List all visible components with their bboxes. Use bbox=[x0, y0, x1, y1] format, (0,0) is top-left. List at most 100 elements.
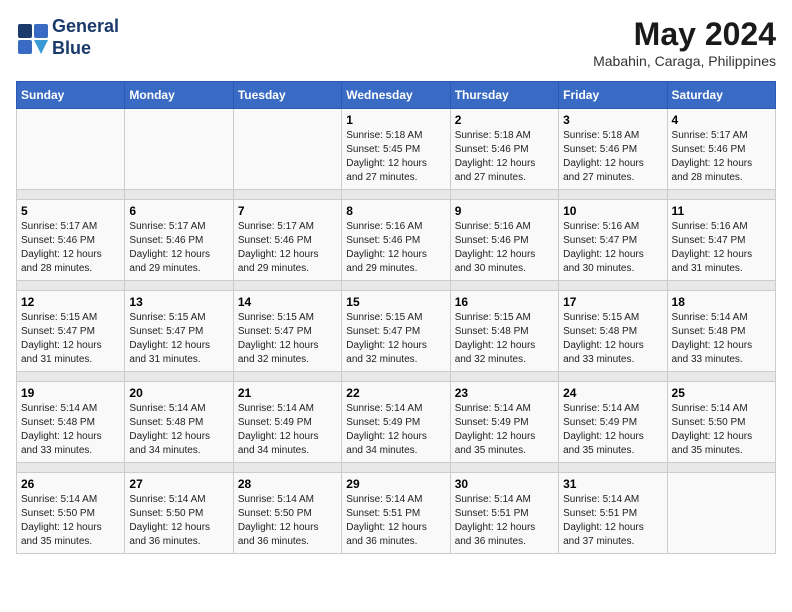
month-title: May 2024 bbox=[593, 16, 776, 53]
calendar-cell: 8Sunrise: 5:16 AM Sunset: 5:46 PM Daylig… bbox=[342, 200, 450, 281]
calendar-cell: 2 Sunrise: 5:18 AM Sunset: 5:46 PM Daylig… bbox=[450, 109, 558, 190]
calendar-cell: 10 Sunrise: 5:16 AM Sunset: 5:47 PM Dayli… bbox=[559, 200, 667, 281]
title-block: May 2024 Mabahin, Caraga, Philippines bbox=[593, 16, 776, 69]
day-number: 18 bbox=[672, 295, 771, 309]
day-number: 7 bbox=[238, 204, 337, 218]
calendar-cell bbox=[17, 109, 125, 190]
day-number: 19 bbox=[21, 386, 120, 400]
day-number: 13 bbox=[129, 295, 228, 309]
calendar-cell: 7 Sunrise: 5:17 AM Sunset: 5:46 PM Daylig… bbox=[233, 200, 341, 281]
day-number: 24 bbox=[563, 386, 662, 400]
day-info: Sunrise: 5:16 AM Sunset: 5:47 PM Dayligh… bbox=[672, 220, 771, 276]
calendar-cell: 30Sunrise: 5:14 AM Sunset: 5:51 PM Dayli… bbox=[450, 473, 558, 554]
day-info: Sunrise: 5:17 AM Sunset: 5:46 PM Dayligh… bbox=[21, 220, 120, 276]
day-number: 29 bbox=[346, 477, 445, 491]
calendar-cell: 12Sunrise: 5:15 AM Sunset: 5:47 PM Dayli… bbox=[17, 291, 125, 372]
calendar-cell: 3Sunrise: 5:18 AM Sunset: 5:46 PM Daylig… bbox=[559, 109, 667, 190]
column-header-tuesday: Tuesday bbox=[233, 82, 341, 109]
day-info: Sunrise: 5:18 AM Sunset: 5:46 PM Dayligh… bbox=[563, 129, 662, 185]
calendar-cell: 9Sunrise: 5:16 AM Sunset: 5:46 PM Daylig… bbox=[450, 200, 558, 281]
logo-icon bbox=[16, 22, 48, 54]
day-number: 15 bbox=[346, 295, 445, 309]
day-info: Sunrise: 5:16 AM Sunset: 5:47 PM Dayligh… bbox=[563, 220, 662, 276]
column-header-friday: Friday bbox=[559, 82, 667, 109]
day-info: Sunrise: 5:15 AM Sunset: 5:47 PM Dayligh… bbox=[346, 311, 445, 367]
day-info: Sunrise: 5:16 AM Sunset: 5:46 PM Dayligh… bbox=[455, 220, 554, 276]
day-info: Sunrise: 5:14 AM Sunset: 5:48 PM Dayligh… bbox=[129, 402, 228, 458]
calendar-cell: 28 Sunrise: 5:14 AM Sunset: 5:50 PM Dayli… bbox=[233, 473, 341, 554]
week-separator bbox=[17, 372, 776, 382]
day-number: 31 bbox=[563, 477, 662, 491]
calendar-cell: 21 Sunrise: 5:14 AM Sunset: 5:49 PM Dayli… bbox=[233, 382, 341, 463]
day-info: Sunrise: 5:14 AM Sunset: 5:50 PM Dayligh… bbox=[21, 493, 120, 549]
day-number: 25 bbox=[672, 386, 771, 400]
day-number: 2 bbox=[455, 113, 554, 127]
day-info: Sunrise: 5:15 AM Sunset: 5:47 PM Dayligh… bbox=[21, 311, 120, 367]
calendar-cell: 1Sunrise: 5:18 AM Sunset: 5:45 PM Daylig… bbox=[342, 109, 450, 190]
day-info: Sunrise: 5:14 AM Sunset: 5:49 PM Dayligh… bbox=[346, 402, 445, 458]
day-info: Sunrise: 5:14 AM Sunset: 5:50 PM Dayligh… bbox=[238, 493, 337, 549]
day-number: 30 bbox=[455, 477, 554, 491]
calendar-cell: 26 Sunrise: 5:14 AM Sunset: 5:50 PM Dayli… bbox=[17, 473, 125, 554]
calendar-week-5: 26 Sunrise: 5:14 AM Sunset: 5:50 PM Dayli… bbox=[17, 473, 776, 554]
calendar-cell: 22 Sunrise: 5:14 AM Sunset: 5:49 PM Dayli… bbox=[342, 382, 450, 463]
day-number: 28 bbox=[238, 477, 337, 491]
day-number: 4 bbox=[672, 113, 771, 127]
column-header-thursday: Thursday bbox=[450, 82, 558, 109]
day-number: 5 bbox=[21, 204, 120, 218]
calendar-cell: 24 Sunrise: 5:14 AM Sunset: 5:49 PM Dayli… bbox=[559, 382, 667, 463]
day-number: 20 bbox=[129, 386, 228, 400]
column-header-monday: Monday bbox=[125, 82, 233, 109]
day-number: 21 bbox=[238, 386, 337, 400]
calendar-header-row: SundayMondayTuesdayWednesdayThursdayFrid… bbox=[17, 82, 776, 109]
day-number: 23 bbox=[455, 386, 554, 400]
day-number: 16 bbox=[455, 295, 554, 309]
calendar-cell: 19 Sunrise: 5:14 AM Sunset: 5:48 PM Dayli… bbox=[17, 382, 125, 463]
day-info: Sunrise: 5:14 AM Sunset: 5:48 PM Dayligh… bbox=[21, 402, 120, 458]
week-separator bbox=[17, 190, 776, 200]
calendar-cell: 4 Sunrise: 5:17 AM Sunset: 5:46 PM Daylig… bbox=[667, 109, 775, 190]
calendar-cell bbox=[667, 473, 775, 554]
logo: General Blue bbox=[16, 16, 119, 59]
day-info: Sunrise: 5:18 AM Sunset: 5:46 PM Dayligh… bbox=[455, 129, 554, 185]
day-info: Sunrise: 5:14 AM Sunset: 5:49 PM Dayligh… bbox=[455, 402, 554, 458]
calendar-week-4: 19 Sunrise: 5:14 AM Sunset: 5:48 PM Dayli… bbox=[17, 382, 776, 463]
week-separator bbox=[17, 463, 776, 473]
day-number: 1 bbox=[346, 113, 445, 127]
calendar-cell: 27Sunrise: 5:14 AM Sunset: 5:50 PM Dayli… bbox=[125, 473, 233, 554]
day-info: Sunrise: 5:14 AM Sunset: 5:49 PM Dayligh… bbox=[238, 402, 337, 458]
calendar-cell: 13 Sunrise: 5:15 AM Sunset: 5:47 PM Dayli… bbox=[125, 291, 233, 372]
day-info: Sunrise: 5:14 AM Sunset: 5:49 PM Dayligh… bbox=[563, 402, 662, 458]
day-info: Sunrise: 5:16 AM Sunset: 5:46 PM Dayligh… bbox=[346, 220, 445, 276]
day-info: Sunrise: 5:17 AM Sunset: 5:46 PM Dayligh… bbox=[672, 129, 771, 185]
location: Mabahin, Caraga, Philippines bbox=[593, 53, 776, 69]
day-info: Sunrise: 5:14 AM Sunset: 5:51 PM Dayligh… bbox=[346, 493, 445, 549]
day-info: Sunrise: 5:14 AM Sunset: 5:48 PM Dayligh… bbox=[672, 311, 771, 367]
day-number: 22 bbox=[346, 386, 445, 400]
calendar-cell: 25Sunrise: 5:14 AM Sunset: 5:50 PM Dayli… bbox=[667, 382, 775, 463]
day-number: 11 bbox=[672, 204, 771, 218]
calendar-cell: 20 Sunrise: 5:14 AM Sunset: 5:48 PM Dayli… bbox=[125, 382, 233, 463]
day-number: 17 bbox=[563, 295, 662, 309]
calendar-cell: 29 Sunrise: 5:14 AM Sunset: 5:51 PM Dayli… bbox=[342, 473, 450, 554]
day-number: 26 bbox=[21, 477, 120, 491]
day-info: Sunrise: 5:17 AM Sunset: 5:46 PM Dayligh… bbox=[129, 220, 228, 276]
page-header: General Blue May 2024 Mabahin, Caraga, P… bbox=[16, 16, 776, 69]
calendar-cell: 6Sunrise: 5:17 AM Sunset: 5:46 PM Daylig… bbox=[125, 200, 233, 281]
day-number: 14 bbox=[238, 295, 337, 309]
calendar-cell: 18 Sunrise: 5:14 AM Sunset: 5:48 PM Dayli… bbox=[667, 291, 775, 372]
calendar-week-2: 5 Sunrise: 5:17 AM Sunset: 5:46 PM Daylig… bbox=[17, 200, 776, 281]
calendar-cell: 5 Sunrise: 5:17 AM Sunset: 5:46 PM Daylig… bbox=[17, 200, 125, 281]
calendar-cell: 16Sunrise: 5:15 AM Sunset: 5:48 PM Dayli… bbox=[450, 291, 558, 372]
calendar-cell: 17Sunrise: 5:15 AM Sunset: 5:48 PM Dayli… bbox=[559, 291, 667, 372]
calendar-cell: 15 Sunrise: 5:15 AM Sunset: 5:47 PM Dayli… bbox=[342, 291, 450, 372]
day-info: Sunrise: 5:15 AM Sunset: 5:47 PM Dayligh… bbox=[129, 311, 228, 367]
day-info: Sunrise: 5:15 AM Sunset: 5:47 PM Dayligh… bbox=[238, 311, 337, 367]
day-info: Sunrise: 5:17 AM Sunset: 5:46 PM Dayligh… bbox=[238, 220, 337, 276]
week-separator bbox=[17, 281, 776, 291]
column-header-sunday: Sunday bbox=[17, 82, 125, 109]
day-number: 10 bbox=[563, 204, 662, 218]
calendar-cell bbox=[233, 109, 341, 190]
day-info: Sunrise: 5:14 AM Sunset: 5:51 PM Dayligh… bbox=[563, 493, 662, 549]
calendar-cell: 14 Sunrise: 5:15 AM Sunset: 5:47 PM Dayli… bbox=[233, 291, 341, 372]
